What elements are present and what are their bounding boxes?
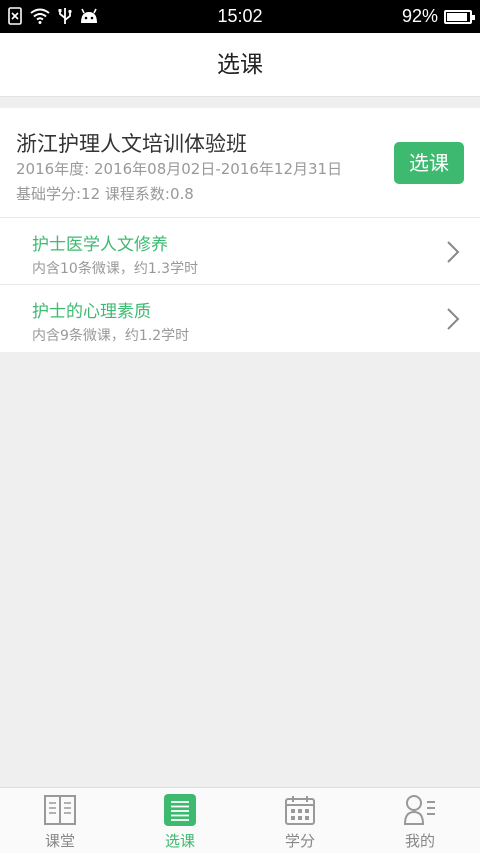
status-bar: 15:02 92%: [0, 0, 480, 33]
tab-label: 学分: [284, 832, 315, 850]
class-period: 2016年度: 2016年08月02日-2016年12月31日: [16, 160, 343, 178]
course-info: 内含10条微课，约1.3学时: [32, 261, 199, 277]
calendar-icon: [285, 796, 315, 825]
class-card-header: 浙江护理人文培训体验班 2016年度: 2016年08月02日-2016年12月…: [0, 108, 480, 218]
course-item[interactable]: 护士医学人文修养 内含10条微课，约1.3学时: [0, 218, 480, 285]
chevron-right-icon: [447, 241, 460, 263]
battery-fill: [447, 12, 468, 21]
enroll-button[interactable]: 选课: [394, 142, 464, 184]
class-name: 浙江护理人文培训体验班: [16, 132, 247, 156]
tab-course-select[interactable]: 选课: [120, 788, 240, 853]
book-icon: [44, 795, 76, 825]
course-info: 内含9条微课，约1.2学时: [32, 328, 190, 344]
tab-label: 课堂: [44, 832, 75, 850]
course-name: 护士的心理素质: [32, 302, 151, 322]
tab-label: 我的: [404, 832, 435, 850]
class-card: 浙江护理人文培训体验班 2016年度: 2016年08月02日-2016年12月…: [0, 108, 480, 352]
battery-icon: [444, 9, 475, 24]
tab-classroom[interactable]: 课堂: [0, 788, 120, 853]
chevron-right-icon: [447, 308, 460, 330]
bottom-tab-bar: 课堂 选课 学分 我的: [0, 787, 480, 853]
tab-credits[interactable]: 学分: [240, 788, 360, 853]
tab-profile[interactable]: 我的: [360, 788, 480, 853]
course-item[interactable]: 护士的心理素质 内含9条微课，约1.2学时: [0, 285, 480, 352]
course-name: 护士医学人文修养: [32, 235, 168, 255]
page-title: 选课: [217, 52, 263, 78]
profile-icon: [403, 795, 435, 825]
class-credits: 基础学分:12 课程系数:0.8: [16, 185, 194, 203]
battery-percent: 92%: [401, 6, 438, 26]
title-bar: 选课: [0, 33, 480, 97]
list-icon: [164, 794, 196, 826]
tab-label: 选课: [164, 832, 195, 850]
battery-status: 92%: [401, 6, 475, 27]
